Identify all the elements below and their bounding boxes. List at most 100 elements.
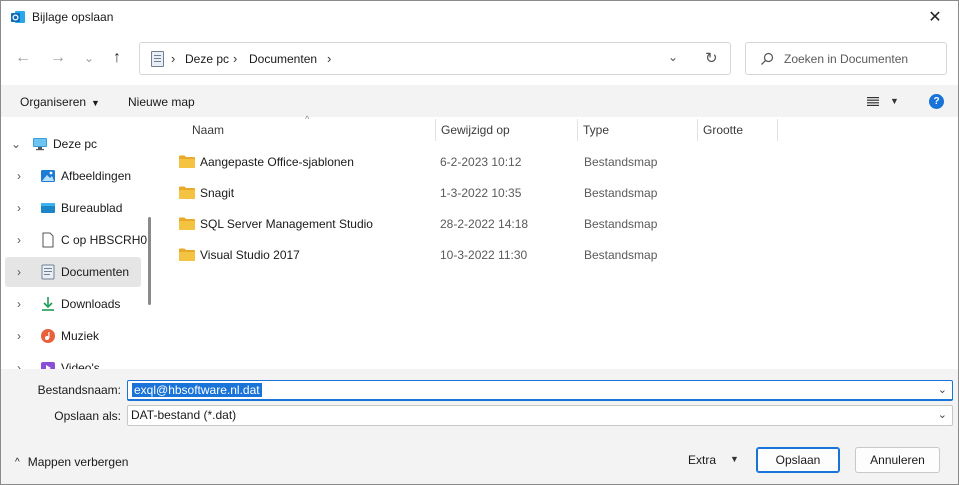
documents-icon [41, 264, 55, 280]
save-as-type-select[interactable]: DAT-bestand (*.dat) ⌄ [127, 405, 953, 426]
desktop-icon [41, 203, 55, 213]
filename-field[interactable]: exql@hbsoftware.nl.dat ⌄ [127, 380, 953, 401]
address-bar[interactable]: › Deze pc › Documenten › ⌄ ↻ [139, 42, 731, 75]
file-name: Visual Studio 2017 [200, 248, 300, 262]
file-modified: 6-2-2023 10:12 [440, 155, 522, 169]
sidebar-item-label: Muziek [61, 329, 100, 343]
file-list[interactable]: ^ Naam Gewijzigd op Type Grootte Aangepa… [159, 114, 958, 369]
chevron-down-icon: ⌄ [83, 51, 95, 65]
column-divider[interactable] [777, 119, 778, 141]
chevron-down-icon: ⌄ [937, 409, 947, 421]
chevron-down-icon[interactable]: ⌄ [11, 137, 21, 151]
file-type: Bestandsmap [584, 155, 658, 169]
chevron-right-icon[interactable]: › [17, 265, 21, 279]
sidebar-item-music[interactable]: › Muziek [5, 321, 141, 351]
caret-down-icon[interactable]: ▼ [730, 454, 739, 464]
help-icon[interactable]: ? [929, 94, 944, 109]
breadcrumb-separator: › [171, 51, 176, 66]
sidebar-item-this-pc[interactable]: ⌄ Deze pc [5, 129, 141, 159]
chevron-right-icon[interactable]: › [17, 297, 21, 311]
view-options-icon[interactable] [867, 97, 879, 106]
folder-icon [179, 155, 195, 168]
navigation-bar: ← → ⌄ ↑ › Deze pc › Documenten › ⌄ ↻ [1, 33, 958, 85]
chevron-right-icon[interactable]: › [17, 169, 21, 183]
column-label: Type [583, 123, 610, 137]
sidebar-item-label: C op HBSCRH0 [61, 233, 148, 247]
chevron-down-icon[interactable]: ⌄ [938, 383, 947, 396]
outlook-icon [11, 11, 25, 23]
filename-label: Bestandsnaam: [37, 383, 121, 397]
navigation-pane[interactable]: ⌄ Deze pc › Afbeeldingen › Bureaublad › … [1, 117, 159, 369]
save-button[interactable]: Opslaan [756, 447, 840, 473]
breadcrumb-separator: › [233, 51, 238, 66]
view-options-caret-icon[interactable]: ▼ [890, 96, 899, 106]
breadcrumb-this-pc[interactable]: Deze pc [185, 52, 229, 66]
file-modified: 10-3-2022 11:30 [440, 248, 528, 262]
sidebar-item-network-drive[interactable]: › C op HBSCRH0 [5, 225, 147, 255]
column-header-modified[interactable]: Gewijzigd op [435, 117, 577, 143]
table-row[interactable]: SQL Server Management Studio 28-2-2022 1… [173, 210, 943, 238]
title-bar: Bijlage opslaan ✕ [1, 1, 958, 33]
search-input[interactable] [784, 50, 942, 68]
dialog-footer: ^ Mappen verbergen Extra ▼ Opslaan Annul… [1, 433, 958, 484]
organize-label: Organiseren [20, 95, 87, 109]
save-as-type-value: DAT-bestand (*.dat) [131, 408, 237, 422]
sidebar-item-downloads[interactable]: › Downloads [5, 289, 141, 319]
table-row[interactable]: Visual Studio 2017 10-3-2022 11:30 Besta… [173, 241, 943, 269]
breadcrumb-documents[interactable]: Documenten [249, 52, 317, 66]
chevron-right-icon[interactable]: › [17, 329, 21, 343]
refresh-icon[interactable]: ↻ [705, 49, 718, 67]
search-icon [761, 52, 774, 65]
sidebar-item-videos[interactable]: › Video's [5, 353, 141, 369]
save-as-type-label: Opslaan als: [54, 409, 121, 423]
column-label: Grootte [703, 123, 744, 137]
sidebar-item-label: Video's [61, 361, 100, 369]
file-name: Snagit [200, 186, 235, 200]
command-toolbar: Organiseren ▼ Nieuwe map ▼ ? [1, 85, 958, 117]
caret-down-icon: ▼ [91, 98, 100, 108]
back-button[interactable]: ← [12, 47, 34, 69]
sidebar-item-desktop[interactable]: › Bureaublad [5, 193, 141, 223]
extra-menu-button[interactable]: Extra [688, 453, 716, 467]
sidebar-item-label: Afbeeldingen [61, 169, 132, 183]
recent-locations-button[interactable]: ⌄ [78, 47, 100, 69]
sidebar-item-pictures[interactable]: › Afbeeldingen [5, 161, 141, 191]
column-header-name[interactable]: ^ Naam [186, 114, 436, 143]
up-button[interactable]: ↑ [106, 47, 128, 69]
file-type: Bestandsmap [584, 186, 658, 200]
chevron-right-icon[interactable]: › [17, 361, 21, 369]
documents-icon [151, 51, 164, 67]
music-icon [41, 329, 55, 343]
save-form: Bestandsnaam: exql@hbsoftware.nl.dat ⌄ O… [1, 369, 958, 433]
cancel-button[interactable]: Annuleren [855, 447, 940, 473]
column-header-type[interactable]: Type [577, 117, 697, 143]
table-row[interactable]: Snagit 1-3-2022 10:35 Bestandsmap [173, 179, 943, 207]
save-attachment-dialog: Bijlage opslaan ✕ ← → ⌄ ↑ › Deze pc › Do… [0, 0, 959, 485]
search-box[interactable] [745, 42, 947, 75]
hide-folders-button[interactable]: ^ Mappen verbergen [15, 455, 128, 469]
forward-button[interactable]: → [47, 47, 69, 69]
file-name: Aangepaste Office-sjablonen [200, 155, 354, 169]
close-button[interactable]: ✕ [912, 1, 958, 33]
table-row[interactable]: Aangepaste Office-sjablonen 6-2-2023 10:… [173, 148, 943, 176]
sidebar-item-label: Deze pc [53, 137, 98, 151]
filename-value: exql@hbsoftware.nl.dat [132, 383, 262, 397]
monitor-icon [33, 138, 47, 151]
address-dropdown-icon[interactable]: ⌄ [668, 50, 678, 64]
chevron-right-icon[interactable]: › [17, 201, 21, 215]
arrow-left-icon: ← [15, 49, 31, 66]
chevron-right-icon[interactable]: › [17, 233, 21, 247]
file-name: SQL Server Management Studio [200, 217, 373, 231]
new-folder-button[interactable]: Nieuwe map [128, 95, 195, 109]
hide-folders-label: Mappen verbergen [27, 455, 129, 469]
close-icon: ✕ [928, 9, 942, 26]
navigation-scrollbar[interactable] [148, 217, 151, 305]
folder-icon [179, 248, 195, 261]
organize-menu-button[interactable]: Organiseren ▼ [20, 95, 100, 109]
sidebar-item-documents[interactable]: › Documenten [5, 257, 141, 287]
folder-icon [179, 217, 195, 230]
sort-ascending-icon: ^ [305, 114, 310, 124]
folder-icon [179, 186, 195, 199]
column-header-size[interactable]: Grootte [697, 117, 777, 143]
breadcrumb-separator[interactable]: › [327, 51, 331, 66]
